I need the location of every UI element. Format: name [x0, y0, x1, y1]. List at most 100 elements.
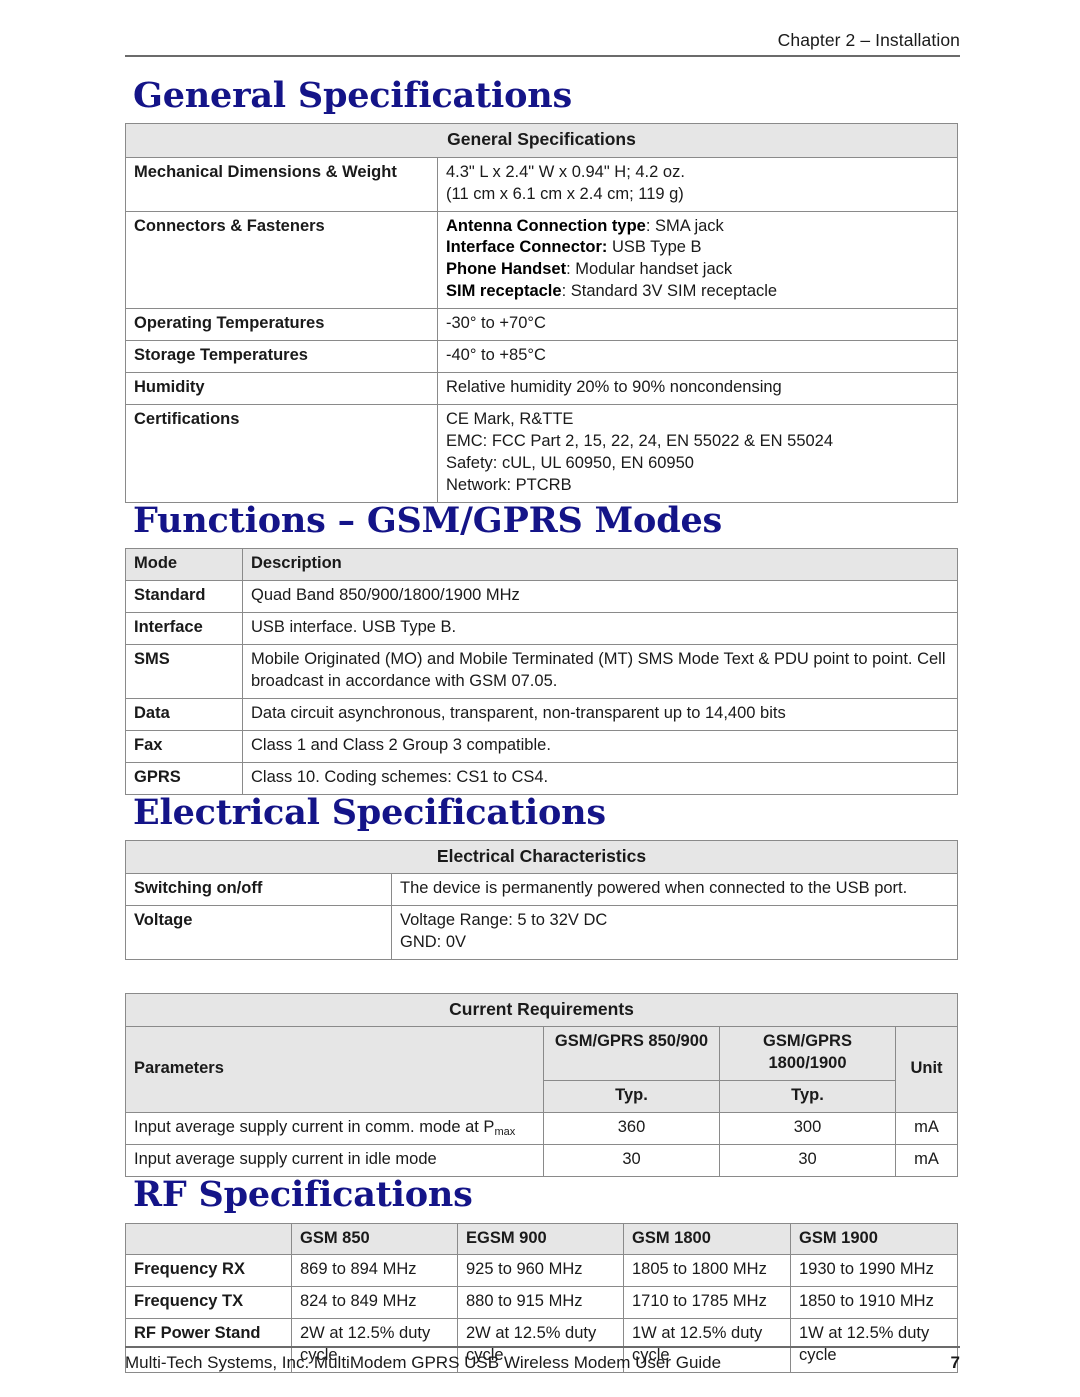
column-header-gsm-1800: GSM 1800 — [623, 1222, 791, 1256]
page-title-rf-specifications: RF Specifications — [133, 1174, 473, 1216]
table-header-row: Mode Description — [125, 548, 958, 582]
row-value-humidity: Relative humidity 20% to 90% noncondensi… — [437, 372, 958, 406]
row-label-frequency-rx: Frequency RX — [125, 1254, 292, 1288]
table-title-row: General Specifications — [125, 123, 958, 158]
column-header-gsm-1900: GSM 1900 — [790, 1222, 958, 1256]
mode-description-fax: Class 1 and Class 2 Group 3 compatible. — [242, 729, 958, 763]
document-page: Chapter 2 – Installation General Specifi… — [0, 0, 1080, 1397]
table-title-row: Electrical Characteristics — [125, 840, 958, 875]
page-title-general-specifications: General Specifications — [133, 75, 572, 116]
column-header-mode: Mode — [125, 548, 243, 582]
value-line: (11 cm x 6.1 cm x 2.4 cm; 119 g) — [446, 184, 684, 203]
mode-description-standard: Quad Band 850/900/1800/1900 MHz — [242, 580, 958, 614]
frequency-tx-gsm-1900: 1850 to 1910 MHz — [790, 1286, 958, 1320]
parameter-label-idle-mode: Input average supply current in idle mod… — [125, 1144, 544, 1178]
value-line: CE Mark, R&TTE — [446, 410, 574, 429]
column-header-band-850-900: GSM/GPRS 850/900 — [543, 1026, 720, 1082]
frequency-rx-gsm-850: 869 to 894 MHz — [291, 1254, 458, 1288]
parameter-subscript: max — [494, 1126, 516, 1139]
footer-divider — [125, 1346, 960, 1348]
frequency-tx-egsm-900: 880 to 915 MHz — [457, 1286, 624, 1320]
value-comm-mode-850-900: 360 — [543, 1112, 720, 1146]
table-row: Input average supply current in idle mod… — [125, 1144, 959, 1178]
row-value-operating-temperatures: -30° to +70°C — [437, 308, 958, 342]
table-row: Frequency TX 824 to 849 MHz 880 to 915 M… — [125, 1286, 958, 1320]
value-line-bold: Interface Connector: — [446, 238, 608, 257]
mode-label-gprs: GPRS — [125, 761, 243, 795]
column-header-band-1800-1900: GSM/GPRS 1800/1900 — [719, 1026, 896, 1082]
row-value-mechanical-dimensions: 4.3" L x 2.4" W x 0.94" H; 4.2 oz. (11 c… — [437, 156, 958, 212]
page-running-header: Chapter 2 – Installation — [125, 30, 960, 57]
value-line: Phone Handset: Modular handset jack — [446, 259, 949, 281]
row-value-connectors-fasteners: Antenna Connection type: SMA jack Interf… — [437, 210, 958, 310]
electrical-characteristics-table: Electrical Characteristics Switching on/… — [125, 840, 958, 961]
table-row: Humidity Relative humidity 20% to 90% no… — [125, 372, 958, 406]
frequency-tx-gsm-850: 824 to 849 MHz — [291, 1286, 458, 1320]
mode-description-data: Data circuit asynchronous, transparent, … — [242, 697, 958, 731]
value-line: Voltage Range: 5 to 32V DC — [400, 911, 608, 930]
value-line: Interface Connector: USB Type B — [446, 237, 949, 259]
current-requirements-table: Current Requirements Parameters GSM/GPRS… — [124, 993, 959, 1178]
value-line-rest: : Modular handset jack — [566, 260, 733, 279]
row-label-storage-temperatures: Storage Temperatures — [125, 340, 438, 374]
column-header-unit: Unit — [894, 1026, 959, 1114]
chapter-label: Chapter 2 – Installation — [777, 30, 960, 50]
table-row: Switching on/off The device is permanent… — [125, 873, 958, 907]
frequency-rx-gsm-1800: 1805 to 1800 MHz — [623, 1254, 791, 1288]
value-line-rest: USB Type B — [607, 238, 702, 257]
row-value-storage-temperatures: -40° to +85°C — [437, 340, 958, 374]
unit-idle-mode: mA — [894, 1144, 959, 1178]
table-row: GPRS Class 10. Coding schemes: CS1 to CS… — [125, 761, 958, 795]
frequency-rx-gsm-1900: 1930 to 1990 MHz — [790, 1254, 958, 1288]
mode-label-fax: Fax — [125, 729, 243, 763]
value-line-bold: Antenna Connection type — [446, 216, 646, 235]
value-line: Antenna Connection type: SMA jack — [446, 216, 949, 238]
column-header-description: Description — [242, 548, 958, 582]
general-specifications-table: General Specifications Mechanical Dimens… — [125, 123, 958, 503]
column-header-gsm-850: GSM 850 — [291, 1222, 458, 1256]
row-value-switching-on-off: The device is permanently powered when c… — [391, 873, 958, 907]
mode-description-gprs: Class 10. Coding schemes: CS1 to CS4. — [242, 761, 958, 795]
value-line: Safety: cUL, UL 60950, EN 60950 — [446, 453, 694, 472]
row-label-humidity: Humidity — [125, 372, 438, 406]
column-header-parameters: Parameters — [125, 1026, 544, 1114]
value-line: Network: PTCRB — [446, 475, 572, 494]
electrical-table-title: Electrical Characteristics — [125, 840, 958, 875]
column-header-blank — [125, 1222, 292, 1256]
current-table-title: Current Requirements — [124, 993, 959, 1028]
subheader-typ-band-1800-1900: Typ. — [719, 1080, 896, 1114]
row-label-certifications: Certifications — [125, 404, 438, 503]
value-line-bold: Phone Handset — [446, 260, 567, 279]
subheader-typ-band-850-900: Typ. — [543, 1080, 720, 1114]
frequency-rx-egsm-900: 925 to 960 MHz — [457, 1254, 624, 1288]
table-header-row: Parameters GSM/GPRS 850/900 GSM/GPRS 180… — [125, 1026, 959, 1114]
table-row: Mechanical Dimensions & Weight 4.3" L x … — [125, 156, 958, 212]
value-line-rest: : Standard 3V SIM receptacle — [561, 282, 778, 301]
table-row: Frequency RX 869 to 894 MHz 925 to 960 M… — [125, 1254, 958, 1288]
frequency-tx-gsm-1800: 1710 to 1785 MHz — [623, 1286, 791, 1320]
column-header-egsm-900: EGSM 900 — [457, 1222, 624, 1256]
table-row: Connectors & Fasteners Antenna Connectio… — [125, 210, 958, 310]
row-label-frequency-tx: Frequency TX — [125, 1286, 292, 1320]
value-line-rest: : SMA jack — [645, 216, 724, 235]
header-divider — [125, 55, 960, 57]
table-row: Operating Temperatures -30° to +70°C — [125, 308, 958, 342]
value-idle-mode-1800-1900: 30 — [719, 1144, 896, 1178]
row-label-switching-on-off: Switching on/off — [125, 873, 392, 907]
table-row: Voltage Voltage Range: 5 to 32V DC GND: … — [125, 905, 958, 961]
table-row: Data Data circuit asynchronous, transpar… — [125, 697, 958, 731]
mode-description-interface: USB interface. USB Type B. — [242, 612, 958, 646]
table-row: Storage Temperatures -40° to +85°C — [125, 340, 958, 374]
value-idle-mode-850-900: 30 — [543, 1144, 720, 1178]
row-label-mechanical-dimensions: Mechanical Dimensions & Weight — [125, 156, 438, 212]
row-label-voltage: Voltage — [125, 905, 392, 961]
value-line: SIM receptacle: Standard 3V SIM receptac… — [446, 281, 949, 303]
table-header-row: GSM 850 EGSM 900 GSM 1800 GSM 1900 — [125, 1222, 958, 1256]
parameter-text: Input average supply current in comm. mo… — [134, 1118, 495, 1137]
mode-description-sms: Mobile Originated (MO) and Mobile Termin… — [242, 644, 958, 699]
table-row: Certifications CE Mark, R&TTE EMC: FCC P… — [125, 404, 958, 503]
footer-guide-title: Multi-Tech Systems, Inc. MultiModem GPRS… — [125, 1353, 722, 1372]
general-table-title: General Specifications — [125, 123, 958, 158]
value-comm-mode-1800-1900: 300 — [719, 1112, 896, 1146]
page-title-functions-gsm-gprs-modes: Functions – GSM/GPRS Modes — [133, 499, 723, 541]
